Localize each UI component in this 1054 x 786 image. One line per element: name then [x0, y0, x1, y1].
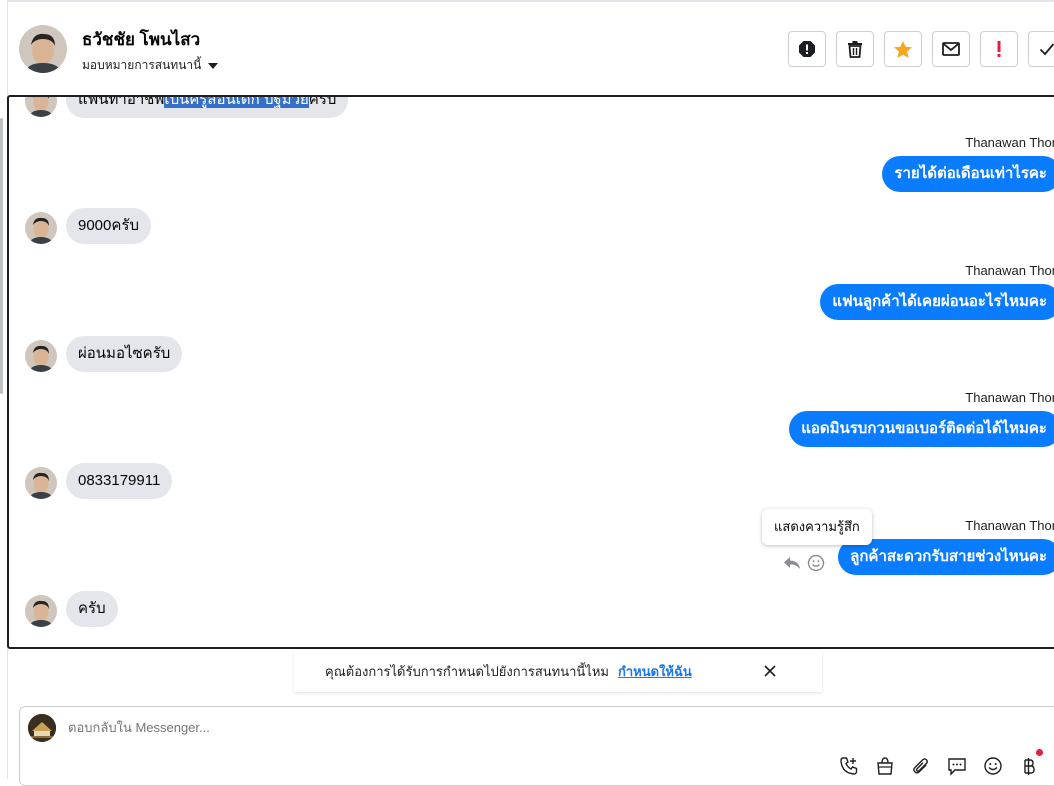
page-avatar [28, 714, 56, 742]
star-button[interactable] [884, 31, 922, 67]
incoming-message[interactable]: แฟนทำอาชีพเป็นครูสอนเด็ก ปฐมวัยครับ [66, 95, 349, 118]
message-input[interactable] [66, 717, 670, 738]
message-thread[interactable]: แฟนทำอาชีพเป็นครูสอนเด็ก ปฐมวัยครับ Than… [7, 95, 1054, 649]
contact-avatar-small [25, 595, 57, 627]
contact-avatar-small [25, 97, 57, 117]
sender-name: Thanawan Thon [965, 390, 1054, 405]
mark-spam-button[interactable] [788, 31, 826, 67]
notification-dot [1036, 749, 1043, 756]
reply-composer [19, 706, 1054, 786]
reaction-icon[interactable] [806, 553, 826, 573]
outgoing-message[interactable]: รายได้ต่อเดือนเท่าไรคะ [882, 156, 1054, 192]
contact-avatar-small [25, 467, 57, 499]
assign-label: มอบหมายการสนทนานี้ [82, 58, 202, 72]
mark-done-button[interactable] [1028, 31, 1054, 67]
chevron-down-icon [208, 62, 219, 69]
assign-notice: คุณต้องการได้รับการกำหนดไปยังการสนทนานี้… [294, 650, 822, 692]
mail-icon [942, 42, 960, 56]
saved-reply-icon[interactable] [946, 755, 968, 777]
spam-icon [799, 41, 815, 57]
call-add-icon[interactable] [838, 755, 860, 777]
left-scrollbar[interactable] [0, 118, 3, 394]
emoji-icon[interactable] [982, 755, 1004, 777]
outgoing-message[interactable]: แอดมินรบกวนขอเบอร์ติดต่อได้ไหมคะ [789, 411, 1054, 447]
important-icon [997, 41, 1001, 57]
incoming-message[interactable]: ผ่อนมอไซครับ [66, 336, 183, 372]
contact-avatar-small [25, 340, 57, 372]
contact-avatar-small [25, 212, 57, 244]
sender-name: Thanawan Thon [965, 518, 1054, 533]
done-icon [1039, 43, 1054, 56]
star-icon [894, 40, 912, 58]
selected-text: เป็นครูสอนเด็ก ปฐมวัย [164, 97, 309, 108]
conversation-header: ธวัชชัย โพนไสว มอบหมายการสนทนานี้ [7, 2, 1054, 94]
outgoing-message[interactable]: ลูกค้าสะดวกรับสายช่วงไหนคะ [838, 539, 1054, 575]
assign-dropdown[interactable]: มอบหมายการสนทนานี้ [82, 56, 219, 75]
incoming-message[interactable]: ครับ [66, 591, 118, 627]
reaction-tooltip: แสดงความรู้สึก [762, 509, 872, 545]
outgoing-message[interactable]: แฟนลูกค้าได้เคยผ่อนอะไรไหมคะ [820, 284, 1054, 320]
shopping-bag-icon[interactable] [874, 755, 896, 777]
incoming-message[interactable]: 9000ครับ [66, 208, 151, 244]
sender-name: Thanawan Thon [965, 135, 1054, 150]
contact-avatar[interactable] [19, 25, 67, 73]
important-button[interactable] [980, 31, 1018, 67]
notice-text: คุณต้องการได้รับการกำหนดไปยังการสนทนานี้… [325, 663, 609, 679]
incoming-message[interactable]: 0833179911 [66, 463, 173, 499]
contact-name: ธวัชชัย โพนไสว [82, 30, 201, 49]
message-text: แฟนทำอาชีพ [78, 95, 165, 108]
baht-icon[interactable] [1018, 749, 1043, 777]
trash-icon [848, 41, 862, 58]
reply-icon[interactable] [782, 553, 802, 573]
mark-unread-button[interactable] [932, 31, 970, 67]
attachment-icon[interactable] [910, 755, 932, 777]
assign-to-me-link[interactable]: กำหนดให้ฉัน [618, 661, 692, 682]
close-icon[interactable] [761, 662, 779, 680]
delete-button[interactable] [836, 31, 874, 67]
message-text: ครับ [308, 95, 337, 108]
sender-name: Thanawan Thon [965, 263, 1054, 278]
